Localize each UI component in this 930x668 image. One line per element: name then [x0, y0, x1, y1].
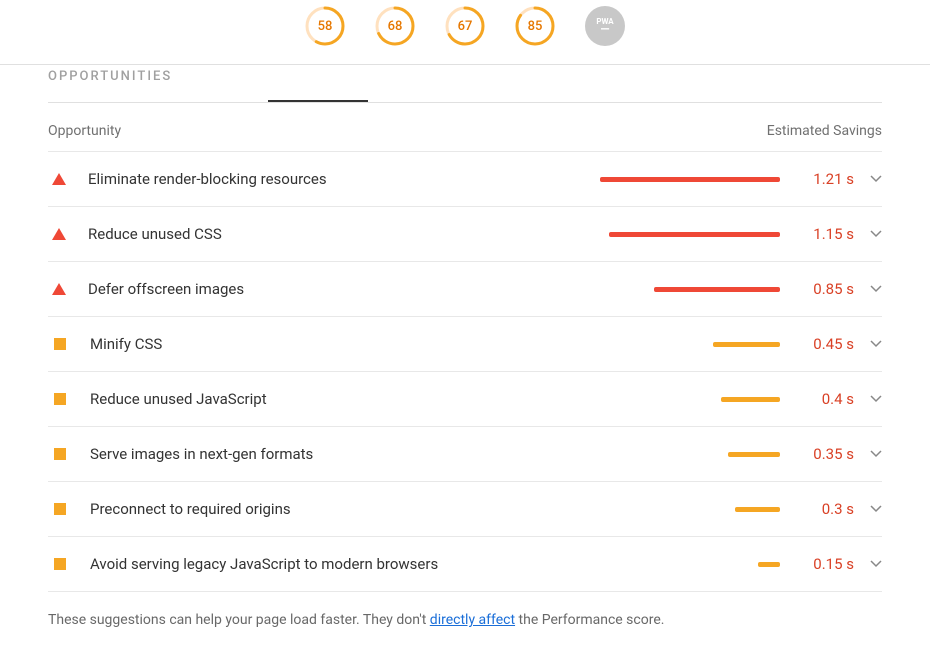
opportunity-label: Reduce unused JavaScript	[90, 390, 600, 408]
opportunity-row[interactable]: Eliminate render-blocking resources 1.21 …	[48, 151, 882, 206]
savings-bar-wrap	[600, 177, 780, 182]
pwa-badge[interactable]: PWA —	[585, 6, 625, 46]
opportunity-label: Serve images in next-gen formats	[90, 445, 600, 463]
opportunity-label: Defer offscreen images	[88, 280, 600, 298]
footnote-link[interactable]: directly affect	[430, 612, 515, 628]
savings-bar-wrap	[600, 452, 780, 457]
section-title: OPPORTUNITIES	[48, 69, 172, 84]
savings-bar-wrap	[600, 562, 780, 567]
savings-value: 0.4 s	[794, 390, 854, 408]
score-circle-1[interactable]: 68	[375, 6, 415, 46]
opportunity-label: Minify CSS	[90, 335, 600, 353]
opportunity-row[interactable]: Reduce unused CSS 1.15 s	[48, 206, 882, 261]
savings-bar	[758, 562, 780, 567]
chevron-down-icon[interactable]	[870, 393, 882, 405]
opportunity-row[interactable]: Preconnect to required origins 0.3 s	[48, 481, 882, 536]
savings-bar	[721, 397, 780, 402]
chevron-down-icon[interactable]	[870, 338, 882, 350]
col-header-savings: Estimated Savings	[767, 123, 882, 139]
savings-bar	[713, 342, 780, 347]
savings-value: 1.15 s	[794, 225, 854, 243]
opportunity-row[interactable]: Reduce unused JavaScript 0.4 s	[48, 371, 882, 426]
footnote-prefix: These suggestions can help your page loa…	[48, 612, 430, 628]
score-circle-0[interactable]: 58	[305, 6, 345, 46]
opportunity-label: Eliminate render-blocking resources	[88, 170, 600, 188]
section-title-bar: OPPORTUNITIES	[48, 65, 882, 103]
opportunity-label: Reduce unused CSS	[88, 225, 600, 243]
savings-value: 0.15 s	[794, 555, 854, 573]
chevron-down-icon[interactable]	[870, 448, 882, 460]
savings-bar-wrap	[600, 287, 780, 292]
square-icon	[54, 503, 66, 515]
col-header-opportunity: Opportunity	[48, 123, 121, 139]
opportunity-row[interactable]: Defer offscreen images 0.85 s	[48, 261, 882, 316]
opportunity-label: Preconnect to required origins	[90, 500, 600, 518]
savings-value: 0.45 s	[794, 335, 854, 353]
square-icon	[54, 558, 66, 570]
savings-bar-wrap	[600, 232, 780, 237]
savings-bar-wrap	[600, 507, 780, 512]
score-circle-3[interactable]: 85	[515, 6, 555, 46]
savings-bar	[654, 287, 780, 292]
savings-value: 0.35 s	[794, 445, 854, 463]
chevron-down-icon[interactable]	[870, 173, 882, 185]
savings-value: 0.3 s	[794, 500, 854, 518]
active-tab-underline	[268, 100, 368, 102]
score-summary-row: 58 68 67 85 PWA —	[0, 0, 930, 65]
chevron-down-icon[interactable]	[870, 228, 882, 240]
savings-value: 1.21 s	[794, 170, 854, 188]
savings-bar	[600, 177, 780, 182]
savings-bar-wrap	[600, 397, 780, 402]
opportunity-row[interactable]: Avoid serving legacy JavaScript to moder…	[48, 536, 882, 591]
chevron-down-icon[interactable]	[870, 558, 882, 570]
triangle-icon	[52, 173, 66, 185]
savings-bar	[735, 507, 780, 512]
opportunity-row[interactable]: Minify CSS 0.45 s	[48, 316, 882, 371]
chevron-down-icon[interactable]	[870, 503, 882, 515]
square-icon	[54, 338, 66, 350]
content-area: OPPORTUNITIES Opportunity Estimated Savi…	[0, 65, 930, 668]
square-icon	[54, 393, 66, 405]
savings-bar	[728, 452, 780, 457]
chevron-down-icon[interactable]	[870, 283, 882, 295]
savings-value: 0.85 s	[794, 280, 854, 298]
opportunity-row[interactable]: Serve images in next-gen formats 0.35 s	[48, 426, 882, 481]
opportunity-label: Avoid serving legacy JavaScript to moder…	[90, 555, 600, 573]
score-circle-2[interactable]: 67	[445, 6, 485, 46]
opportunities-list: Eliminate render-blocking resources 1.21 …	[48, 151, 882, 591]
savings-bar-wrap	[600, 342, 780, 347]
opportunities-header: Opportunity Estimated Savings	[48, 103, 882, 151]
square-icon	[54, 448, 66, 460]
footnote: These suggestions can help your page loa…	[48, 591, 882, 668]
footnote-suffix: the Performance score.	[515, 612, 664, 628]
triangle-icon	[52, 283, 66, 295]
savings-bar	[609, 232, 780, 237]
triangle-icon	[52, 228, 66, 240]
